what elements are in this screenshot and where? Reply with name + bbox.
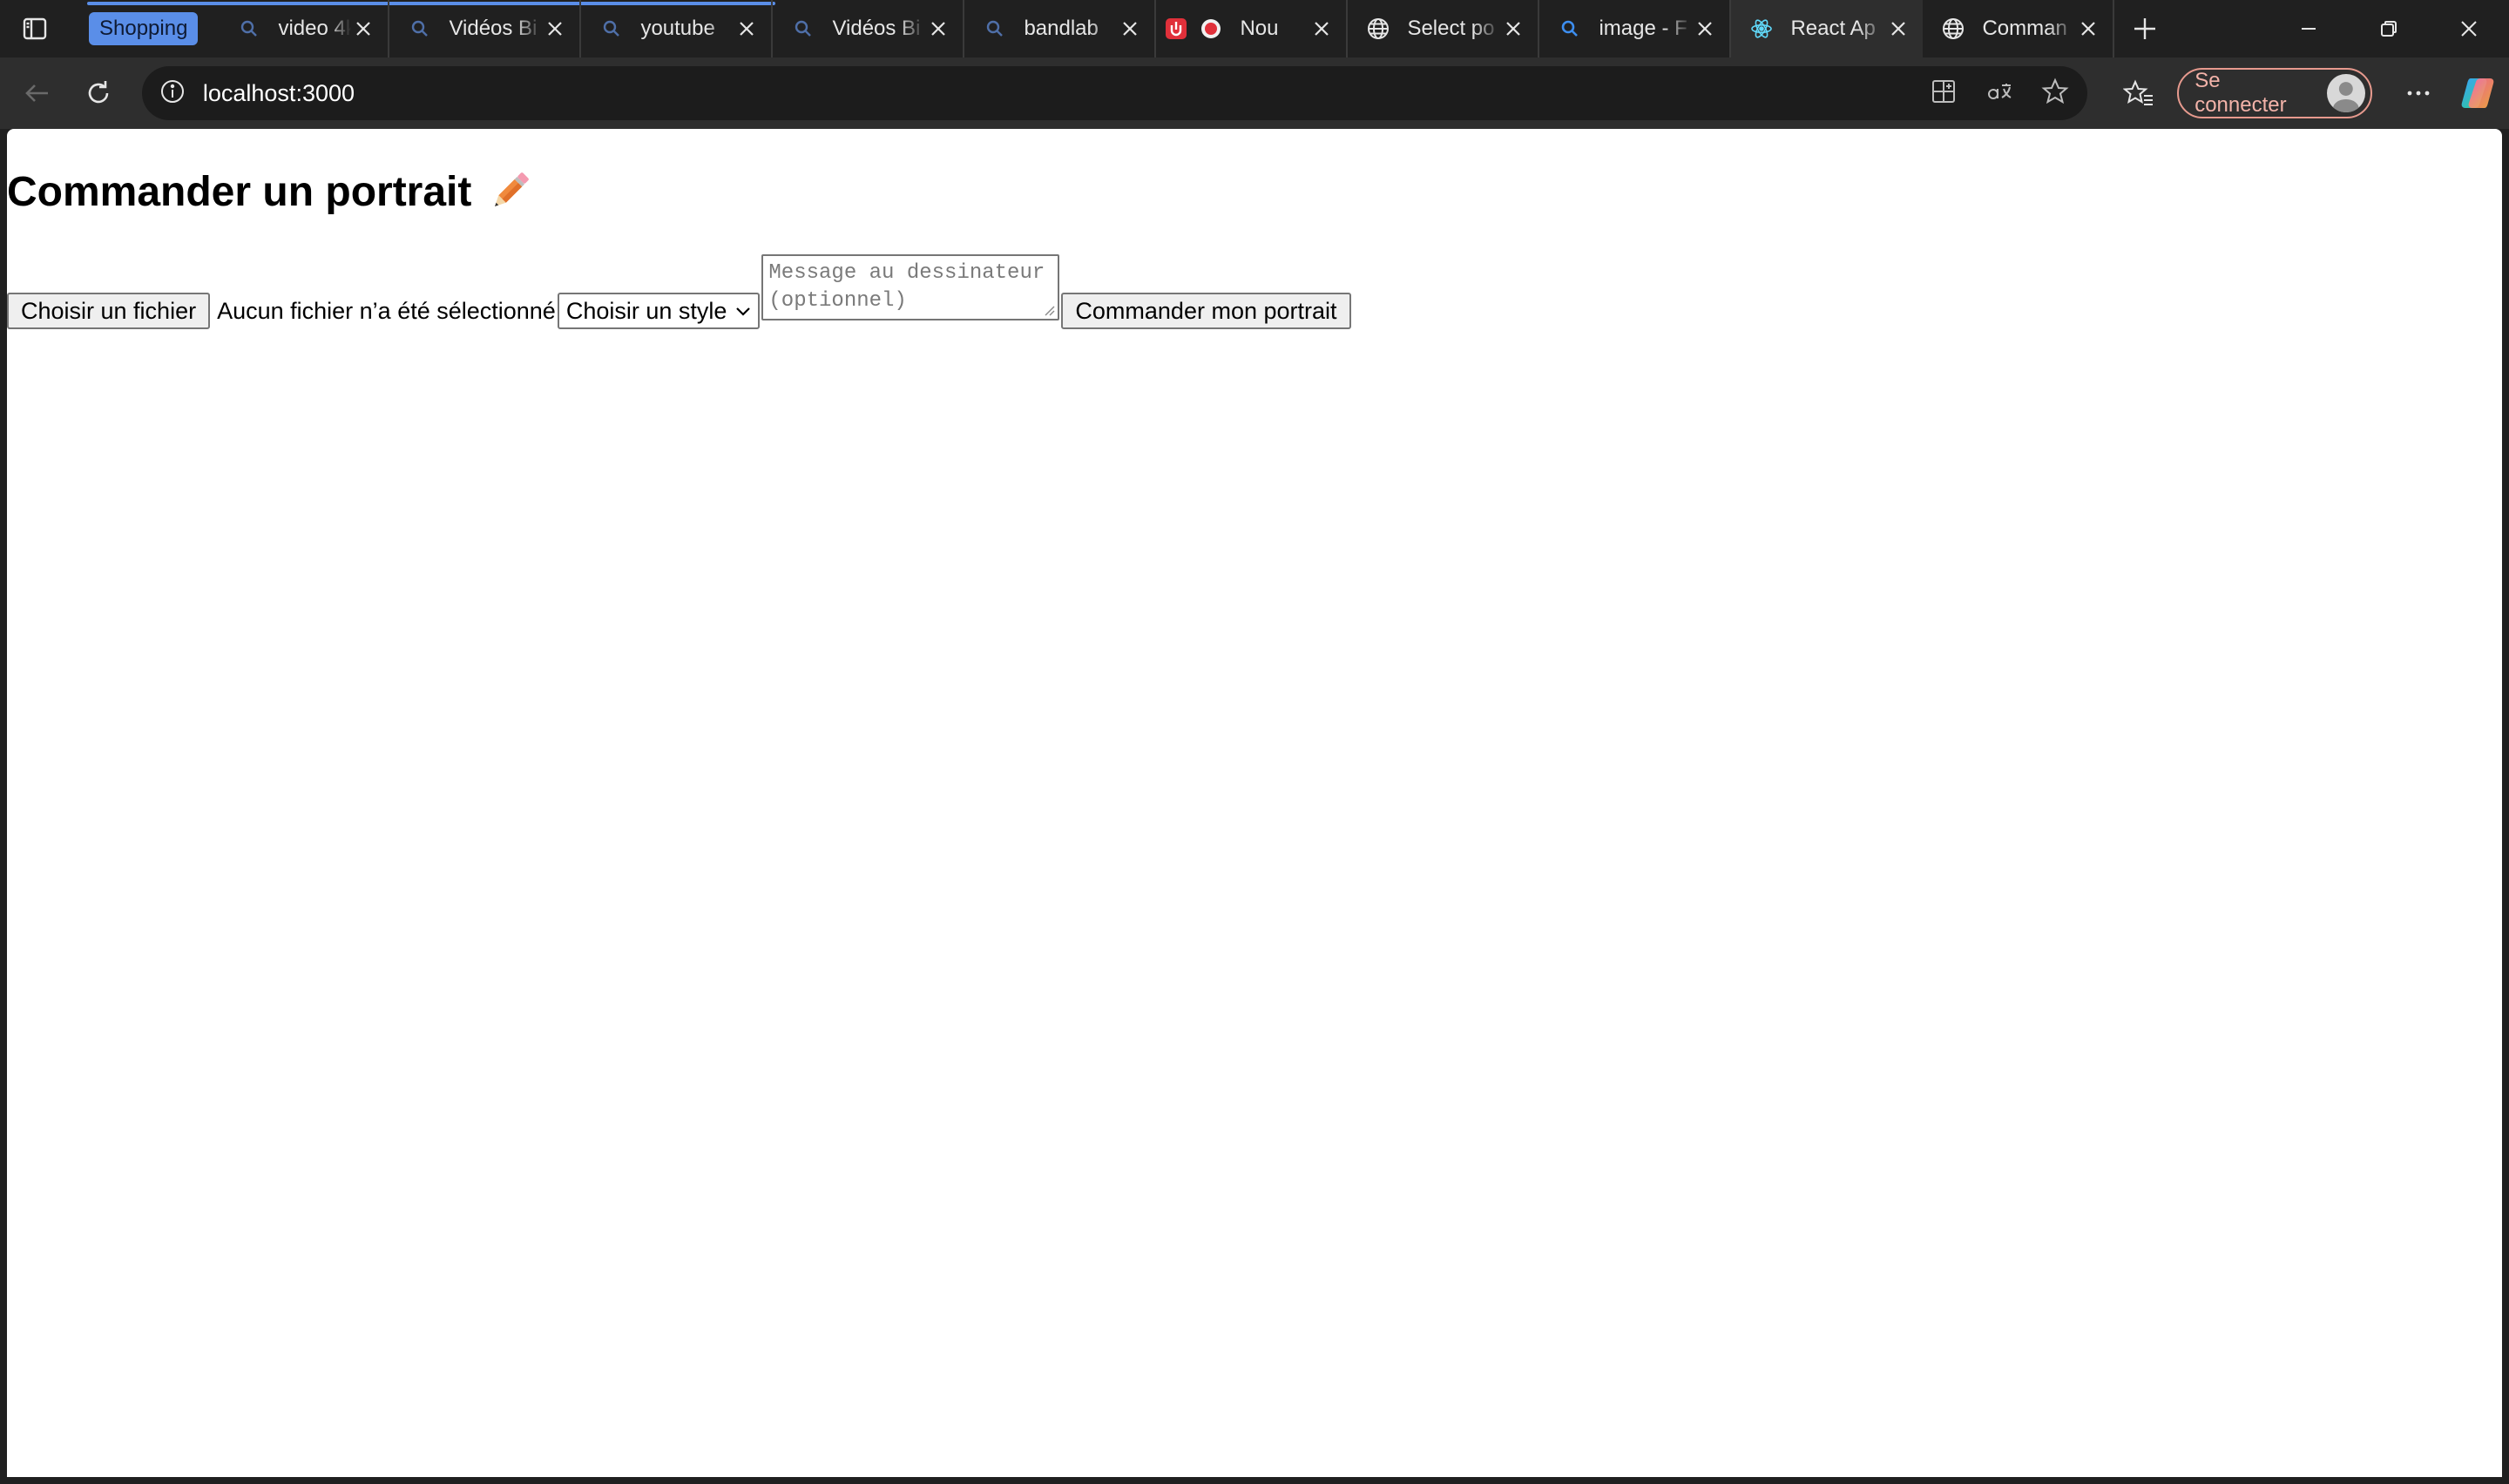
translate-icon[interactable] <box>1985 77 2014 111</box>
site-info-icon[interactable] <box>159 78 186 109</box>
refresh-icon <box>88 81 109 104</box>
tab-bandlab[interactable]: bandlab <box>964 0 1157 57</box>
favorites-icon <box>2123 79 2154 105</box>
chevron-down-icon <box>736 307 751 316</box>
address-bar-actions <box>1929 77 2070 111</box>
sidebar-toggle-button[interactable] <box>0 0 70 57</box>
tab-youtube[interactable]: youtube <box>581 0 774 57</box>
minimize-icon <box>2302 28 2316 30</box>
close-window-button[interactable] <box>2429 0 2509 57</box>
globe-icon <box>1940 16 1966 42</box>
back-button[interactable] <box>5 62 67 125</box>
app-available-icon[interactable] <box>1929 77 1958 111</box>
address-bar[interactable]: localhost:3000 <box>141 66 2087 120</box>
copilot-icon <box>2461 78 2494 108</box>
record-icon <box>1198 16 1224 42</box>
tab-title: image - F <box>1599 17 1687 40</box>
style-select-value: Choisir un style <box>565 297 727 324</box>
close-icon[interactable] <box>351 17 375 41</box>
tab-title: youtube <box>640 17 715 40</box>
more-horizontal-icon <box>2407 91 2430 96</box>
plus-icon <box>2134 18 2156 39</box>
tab-title: video 4k <box>278 17 352 40</box>
choose-file-button[interactable]: Choisir un fichier <box>7 293 211 329</box>
pencil-icon <box>495 172 530 206</box>
close-icon[interactable] <box>1118 17 1142 41</box>
tab-title: Comman <box>1982 17 2067 40</box>
tab-strip: Shopping video 4k Vidéos Bi youtube Vidé… <box>0 0 2509 57</box>
avatar-icon <box>2327 74 2366 112</box>
globe-icon <box>1365 16 1391 42</box>
tab-video-4k[interactable]: video 4k <box>217 0 390 57</box>
search-icon <box>407 16 433 42</box>
react-icon <box>1748 16 1775 42</box>
file-status-text: Aucun fichier n’a été sélectionné <box>217 297 556 324</box>
order-form: Choisir un fichier Aucun fichier n’a été… <box>7 254 1351 329</box>
close-icon[interactable] <box>1309 17 1334 41</box>
restore-button[interactable] <box>2349 0 2429 57</box>
tab-title: bandlab <box>1024 17 1099 40</box>
message-textarea[interactable]: Message au dessinateur (optionnel) <box>761 254 1060 320</box>
favorites-button[interactable] <box>2113 67 2166 119</box>
tab-group-shopping[interactable]: Shopping <box>89 12 199 45</box>
tab-recording[interactable]: Nou <box>1156 0 1349 57</box>
tab-title: Vidéos Bi <box>449 17 538 40</box>
page-viewport: Commander un portrait Choisir un fichier… <box>7 129 2502 1477</box>
tab-select-po[interactable]: Select po <box>1348 0 1540 57</box>
minimize-button[interactable] <box>2269 0 2349 57</box>
new-tab-button[interactable] <box>2114 0 2175 57</box>
order-portrait-button[interactable]: Commander mon portrait <box>1061 293 1351 329</box>
copilot-button[interactable] <box>2449 67 2509 119</box>
arrow-left-icon <box>24 84 48 102</box>
search-icon <box>1557 16 1583 42</box>
tab-videos-bing-2[interactable]: Vidéos Bi <box>773 0 965 57</box>
refresh-button[interactable] <box>67 62 129 125</box>
tab-title: Select po <box>1407 17 1495 40</box>
tab-commander[interactable]: Comman <box>1923 0 2115 57</box>
close-icon[interactable] <box>543 17 567 41</box>
favorite-star-icon[interactable] <box>2040 77 2070 111</box>
sign-in-button[interactable]: Se connecter <box>2177 68 2373 118</box>
close-icon[interactable] <box>1886 17 1910 41</box>
window-controls <box>2269 0 2509 57</box>
close-icon[interactable] <box>734 17 759 41</box>
style-select[interactable]: Choisir un style <box>557 293 761 329</box>
restore-icon <box>2381 21 2397 37</box>
tab-title: React Ap <box>1790 17 1876 40</box>
search-icon <box>790 16 816 42</box>
tab-image-search[interactable]: image - F <box>1539 0 1732 57</box>
close-icon[interactable] <box>926 17 950 41</box>
page-title-text: Commander un portrait <box>7 168 472 215</box>
sidebar-icon <box>23 17 47 40</box>
tab-videos-bing[interactable]: Vidéos Bi <box>389 0 582 57</box>
tab-title: Vidéos Bi <box>832 17 921 40</box>
close-icon <box>2461 21 2477 37</box>
message-placeholder: Message au dessinateur (optionnel) <box>768 261 1045 313</box>
close-icon[interactable] <box>2076 17 2100 41</box>
close-icon[interactable] <box>1693 17 1717 41</box>
resize-grip-icon[interactable] <box>1042 303 1056 317</box>
audio-app-icon <box>1163 16 1189 42</box>
browser-toolbar: localhost:3000 Se connecter <box>0 57 2509 129</box>
tab-list: Shopping video 4k Vidéos Bi youtube Vidé… <box>70 0 2175 57</box>
url-text[interactable]: localhost:3000 <box>203 80 355 107</box>
tab-react-app[interactable]: React Ap <box>1731 0 1924 57</box>
search-icon <box>599 16 625 42</box>
search-icon <box>236 16 262 42</box>
sign-in-label: Se connecter <box>2195 69 2287 117</box>
search-icon <box>982 16 1008 42</box>
close-icon[interactable] <box>1501 17 1525 41</box>
settings-more-button[interactable] <box>2388 67 2448 119</box>
page-title: Commander un portrait <box>7 167 534 216</box>
tab-title: Nou <box>1240 17 1279 40</box>
